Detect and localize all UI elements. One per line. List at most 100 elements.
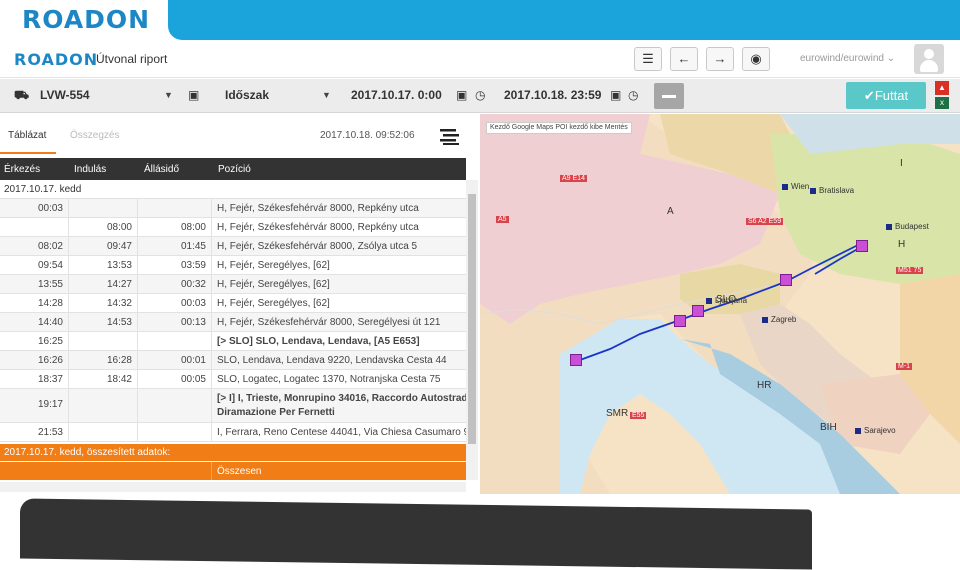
departure-cell: 13:53 xyxy=(106,260,132,271)
col-stay[interactable]: Állásidő xyxy=(144,164,179,175)
departure-cell: 14:32 xyxy=(106,298,132,309)
filter-bar: ⛟ LVW-554 ▼ ▣ Időszak ▼ 2017.10.17. 0:00… xyxy=(0,79,960,113)
map-toolbar[interactable]: Kezdő Google Maps POI kezdő kibe Mentés xyxy=(486,122,632,134)
vehicle-select[interactable]: LVW-554 xyxy=(40,88,90,102)
city-label[interactable]: Wien xyxy=(782,182,809,191)
arrival-cell: 21:53 xyxy=(37,427,63,438)
table-row[interactable]: 14:28 14:32 00:03 H, Fejér, Seregélyes, [62… xyxy=(0,294,466,313)
table-row[interactable]: 13:55 14:27 00:32 H, Fejér, Seregélyes, [62… xyxy=(0,275,466,294)
arrival-cell: 14:28 xyxy=(37,298,63,309)
position-cell: H, Fejér, Székesfehérvár 8000, Seregélye… xyxy=(217,317,441,328)
user-select[interactable]: eurowind/eurowind ⌄ xyxy=(800,53,895,64)
avatar[interactable] xyxy=(914,44,944,74)
table-row[interactable]: 08:00 08:00 H, Fejér, Székesfehérvár 8000,… xyxy=(0,218,466,237)
stay-cell: 00:05 xyxy=(180,374,206,385)
country-label: A xyxy=(667,206,674,217)
country-label: SMR xyxy=(606,408,629,419)
city-label[interactable]: Sarajevo xyxy=(855,426,896,435)
departure-cell: 18:42 xyxy=(106,374,132,385)
back-button[interactable]: ← xyxy=(670,47,698,71)
arrow-right-icon: → xyxy=(713,51,727,66)
date-from-field[interactable]: 2017.10.17. 0:00 xyxy=(351,88,442,102)
road-badge: A5 xyxy=(496,216,509,223)
city-label[interactable]: Ljubljana xyxy=(706,296,747,305)
stay-cell: 08:00 xyxy=(180,222,206,233)
position-cell-line2: Diramazione Per Fernetti xyxy=(217,407,335,418)
table-row[interactable]: 00:03 H, Fejér, Székesfehérvár 8000, Repk… xyxy=(0,199,466,218)
table-row[interactable]: 16:26 16:28 00:01 SLO, Lendava, Lendava 922… xyxy=(0,351,466,370)
col-arrival[interactable]: Érkezés xyxy=(4,164,40,175)
departure-cell: 14:53 xyxy=(106,317,132,328)
table-row[interactable]: 21:53 I, Ferrara, Reno Centese 44041, Via… xyxy=(0,423,467,442)
departure-cell: 09:47 xyxy=(106,241,132,252)
table-header: Érkezés Indulás Állásidő Pozíció xyxy=(0,158,466,180)
position-cell: H, Fejér, Székesfehérvár 8000, Repkény u… xyxy=(217,222,419,233)
stop-marker[interactable] xyxy=(570,354,582,366)
arrival-cell: 16:26 xyxy=(37,355,63,366)
table-row[interactable]: 08:02 09:47 01:45 H, Fejér, Székesfehérvár … xyxy=(0,237,466,256)
excel-icon[interactable]: x xyxy=(935,97,949,109)
stay-cell: 00:03 xyxy=(180,298,206,309)
clock-icon[interactable]: ◷ xyxy=(475,88,485,102)
arrival-cell: 19:17 xyxy=(37,399,63,410)
stay-cell: 00:01 xyxy=(180,355,206,366)
road-badge: M-1 xyxy=(896,363,913,370)
table-row[interactable]: 14:40 14:53 00:13 H, Fejér, Székesfehérvár … xyxy=(0,313,466,332)
stop-marker[interactable] xyxy=(856,240,868,252)
arrival-cell: 13:55 xyxy=(37,279,63,290)
horizontal-scrollbar[interactable] xyxy=(0,482,466,492)
menu-icon[interactable] xyxy=(438,126,462,146)
position-cell: [> SLO] SLO, Lendava, Lendava, [A5 E653] xyxy=(217,336,420,347)
page-title: Útvonal riport xyxy=(96,52,168,66)
slide-footer-shape xyxy=(20,498,812,570)
total-row: Összesen xyxy=(0,462,466,480)
app-logo[interactable]: ROADON xyxy=(14,50,98,69)
col-departure[interactable]: Indulás xyxy=(74,164,106,175)
day-header-row: 2017.10.17. kedd xyxy=(0,180,466,199)
vertical-scrollbar[interactable] xyxy=(466,180,478,480)
chevron-down-icon[interactable]: ▼ xyxy=(164,90,173,100)
table-body: 2017.10.17. kedd 00:03 H, Fejér, Székesfe… xyxy=(0,180,467,480)
stay-cell: 00:32 xyxy=(180,279,206,290)
arrival-cell: 16:25 xyxy=(37,336,63,347)
country-label: HR xyxy=(757,380,772,391)
globe-icon: ◉ xyxy=(750,51,762,66)
table-row[interactable]: 09:54 13:53 03:59 H, Fejér, Seregélyes, [62… xyxy=(0,256,466,275)
table-row[interactable]: 19:17 [> I] I, Trieste, Monrupino 34016, … xyxy=(0,389,467,423)
departure-cell: 14:27 xyxy=(106,279,132,290)
globe-button[interactable]: ◉ xyxy=(742,47,770,71)
report-tabs: Táblázat Összegzés 2017.10.18. 09:52:06 xyxy=(0,114,478,158)
period-select[interactable]: Időszak xyxy=(225,88,269,102)
report-panel: Táblázat Összegzés 2017.10.18. 09:52:06 … xyxy=(0,114,478,494)
clock-icon[interactable]: ◷ xyxy=(628,88,638,102)
check-icon: ✔ xyxy=(863,88,875,103)
chevron-down-icon[interactable]: ▼ xyxy=(322,90,331,100)
table-row[interactable]: 16:25 [> SLO] SLO, Lendava, Lendava, [A5 … xyxy=(0,332,466,351)
calendar-icon[interactable]: ▣ xyxy=(456,88,467,102)
position-cell: [> I] I, Trieste, Monrupino 34016, Racco… xyxy=(217,393,467,404)
arrival-cell: 18:37 xyxy=(37,374,63,385)
table-row[interactable]: 18:37 18:42 00:05 SLO, Logatec, Logatec 137… xyxy=(0,370,466,389)
col-position[interactable]: Pozíció xyxy=(218,164,251,175)
stop-marker[interactable] xyxy=(780,274,792,286)
list-view-button[interactable]: ☰ xyxy=(634,47,662,71)
position-cell: SLO, Lendava, Lendava 9220, Lendavska Ce… xyxy=(217,355,447,366)
stop-marker[interactable] xyxy=(674,315,686,327)
collapse-button[interactable] xyxy=(654,83,684,109)
stop-marker[interactable] xyxy=(692,305,704,317)
app-header: ROADON Útvonal riport ☰ ← → ◉ eurowind/e… xyxy=(0,40,960,78)
date-to-field[interactable]: 2017.10.18. 23:59 xyxy=(504,88,601,102)
brand-logo: ROADON xyxy=(22,5,151,34)
route-map[interactable]: Kezdő Google Maps POI kezdő kibe Mentés … xyxy=(480,114,960,494)
tab-summary[interactable]: Összegzés xyxy=(70,130,119,141)
city-label[interactable]: Zagreb xyxy=(762,315,796,324)
forward-button[interactable]: → xyxy=(706,47,734,71)
brand-banner: ROADON xyxy=(0,0,960,40)
calendar-icon[interactable]: ▣ xyxy=(610,88,621,102)
run-button[interactable]: ✔Futtat xyxy=(846,82,926,109)
tab-table[interactable]: Táblázat xyxy=(8,130,46,141)
pdf-icon[interactable]: ▲ xyxy=(935,81,949,95)
city-label[interactable]: Bratislava xyxy=(810,186,854,195)
city-label[interactable]: Budapest xyxy=(886,222,929,231)
position-cell: H, Fejér, Székesfehérvár 8000, Repkény u… xyxy=(217,203,419,214)
